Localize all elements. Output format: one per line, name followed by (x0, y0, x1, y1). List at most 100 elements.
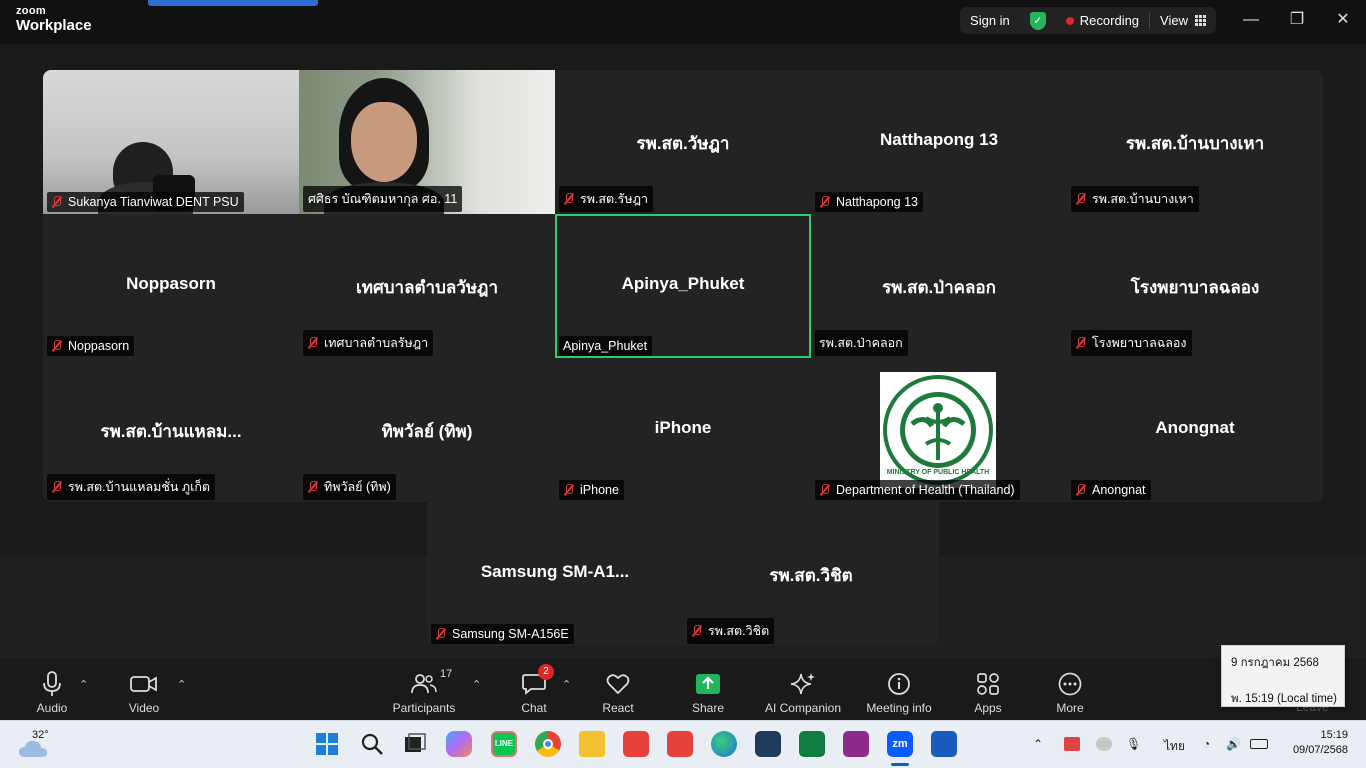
participant-name: Apinya_Phuket (563, 339, 648, 353)
slides-app[interactable] (667, 731, 693, 757)
video-button[interactable]: Video (104, 670, 184, 715)
meeting-info-button[interactable]: Meeting info (859, 670, 939, 715)
grid-view-icon (1195, 15, 1206, 26)
chrome-app[interactable] (535, 731, 561, 757)
video-options-caret[interactable]: ⌃ (177, 678, 186, 691)
participant-tile[interactable]: Sukanya Tianviwat DENT PSU (43, 70, 299, 222)
participant-name: Samsung SM-A156E (452, 627, 569, 641)
recording-label: Recording (1079, 13, 1140, 28)
participant-name: ทิพวัลย์ (ทิพ) (324, 480, 391, 494)
start-button[interactable] (314, 731, 340, 757)
logo-top: zoom (16, 5, 46, 17)
gallery-last-row: Samsung SM-A1... Samsung SM-A156E รพ.สต.ว… (427, 502, 939, 646)
webex-app[interactable] (755, 731, 781, 757)
svg-text:MINISTRY OF PUBLIC HEALTH: MINISTRY OF PUBLIC HEALTH (887, 469, 990, 476)
file-explorer-app[interactable] (579, 731, 605, 757)
security-shield[interactable]: ✓ (1020, 7, 1056, 34)
ministry-seal-icon: MINISTRY OF PUBLIC HEALTH (883, 375, 993, 485)
excel-app[interactable] (799, 731, 825, 757)
participant-tile[interactable]: เทศบาลตำบลวัษฎา เทศบาลตำบลรัษฎา (299, 214, 555, 358)
participant-name-tag: โรงพยาบาลฉลอง (1071, 330, 1192, 356)
more-button[interactable]: More (1030, 670, 1110, 715)
task-view-icon (405, 733, 426, 752)
copilot-app[interactable] (446, 731, 472, 757)
participant-tile[interactable]: Samsung SM-A1... Samsung SM-A156E (427, 502, 683, 646)
word-app[interactable] (931, 731, 957, 757)
participant-name-tag: Samsung SM-A156E (431, 624, 574, 644)
participants-count: 17 (440, 668, 453, 680)
mic-muted-icon (307, 337, 319, 349)
participant-display-name: Natthapong 13 (879, 130, 999, 149)
mic-tray-icon[interactable]: 🎙 (1126, 737, 1141, 751)
share-label: Share (691, 701, 725, 715)
search-button[interactable] (359, 731, 385, 757)
wifi-icon[interactable]: ◔ (1203, 737, 1210, 751)
volume-icon[interactable]: 🔊 (1226, 737, 1241, 751)
participant-name: Natthapong 13 (836, 195, 919, 209)
screen-share-strip[interactable] (148, 0, 318, 6)
participant-name-tag: ทิพวัลย์ (ทิพ) (303, 474, 396, 500)
participant-display-name: รพ.สต.วัษฎา (636, 134, 730, 153)
battery-icon[interactable] (1250, 739, 1268, 749)
weather-widget[interactable]: 32° (18, 729, 58, 759)
minimize-button[interactable]: — (1241, 10, 1261, 30)
participant-tile[interactable]: รพ.สต.วัษฎา รพ.สต.รัษฎา (555, 70, 811, 214)
tray-app-icon[interactable] (1096, 737, 1112, 751)
zoom-app[interactable]: zm (887, 731, 913, 757)
chat-label: Chat (521, 701, 547, 715)
mic-muted-icon (819, 196, 831, 208)
participant-tile[interactable]: รพ.สต.บ้านบางเหา รพ.สต.บ้านบางเหา (1067, 70, 1323, 214)
close-button[interactable]: ✕ (1333, 10, 1353, 30)
participant-name-tag: iPhone (559, 480, 624, 500)
pdf-app[interactable] (843, 731, 869, 757)
participants-button[interactable]: 17 Participants (384, 668, 464, 715)
share-button[interactable]: Share (668, 670, 748, 715)
restore-button[interactable]: ❐ (1287, 10, 1307, 30)
mic-muted-icon (1075, 337, 1087, 349)
participant-tile[interactable]: iPhone iPhone (555, 358, 811, 502)
participant-display-name: รพ.สต.ป่าคลอก (882, 278, 996, 297)
participant-tile[interactable]: โรงพยาบาลฉลอง โรงพยาบาลฉลอง (1067, 214, 1323, 358)
ministry-logo: MINISTRY OF PUBLIC HEALTH (880, 372, 996, 488)
ai-companion-button[interactable]: AI Companion (763, 670, 843, 715)
apps-label: Apps (974, 701, 1002, 715)
participant-tile[interactable]: รพ.สต.บ้านแหลม... รพ.สต.บ้านแหลมชั่น ภูเก… (43, 358, 299, 502)
participant-tile[interactable]: ศศิธร บัณฑิตมหากุล ศอ. 11 (299, 70, 555, 222)
participant-tile[interactable]: MINISTRY OF PUBLIC HEALTH Department of … (811, 358, 1067, 502)
system-clock[interactable]: 15:19 09/07/2568 (1290, 729, 1348, 756)
participants-options-caret[interactable]: ⌃ (472, 678, 481, 691)
tray-app-icon[interactable] (1064, 737, 1080, 751)
audio-button[interactable]: Audio (12, 670, 92, 715)
task-view-button[interactable] (402, 731, 428, 757)
anydesk-app[interactable] (623, 731, 649, 757)
chat-button[interactable]: 2 Chat (494, 664, 574, 715)
participant-tile[interactable]: ทิพวัลย์ (ทิพ) ทิพวัลย์ (ทิพ) (299, 358, 555, 502)
participant-name-tag: ศศิธร บัณฑิตมหากุล ศอ. 11 (303, 186, 463, 212)
video-camera-icon (130, 676, 157, 692)
edge-app[interactable] (711, 731, 737, 757)
audio-options-caret[interactable]: ⌃ (79, 678, 88, 691)
view-button[interactable]: View (1150, 7, 1216, 34)
active-speaker-tile[interactable]: Apinya_Phuket Apinya_Phuket (555, 214, 811, 358)
participant-tile[interactable]: รพ.สต.วิชิต รพ.สต.วิชิต (683, 502, 939, 646)
line-app[interactable]: LINE (491, 731, 517, 757)
participant-tile[interactable]: Natthapong 13 Natthapong 13 (811, 70, 1067, 214)
participant-tile[interactable]: Noppasorn Noppasorn (43, 214, 299, 358)
apps-button[interactable]: Apps (948, 670, 1028, 715)
participant-tile[interactable]: Anongnat Anongnat (1067, 358, 1323, 502)
show-hidden-icons[interactable]: ⌃ (1033, 737, 1043, 751)
participant-name-tag: Anongnat (1071, 480, 1151, 500)
clock-date: 09/07/2568 (1292, 744, 1348, 756)
participant-tile[interactable]: รพ.สต.ป่าคลอก รพ.สต.ป่าคลอก (811, 214, 1067, 358)
chat-options-caret[interactable]: ⌃ (562, 678, 571, 691)
participant-name: iPhone (580, 483, 619, 497)
participant-name: Sukanya Tianviwat DENT PSU (68, 195, 239, 209)
header-controls: Sign in ✓ Recording View (960, 7, 1216, 34)
language-indicator[interactable]: ไทย (1164, 737, 1185, 756)
recording-indicator[interactable]: Recording (1056, 7, 1149, 34)
mic-muted-icon (563, 193, 575, 205)
participant-name: เทศบาลตำบลรัษฎา (324, 336, 429, 350)
shield-check-icon: ✓ (1029, 11, 1046, 30)
sign-in-button[interactable]: Sign in (960, 7, 1020, 34)
react-button[interactable]: React (578, 670, 658, 715)
